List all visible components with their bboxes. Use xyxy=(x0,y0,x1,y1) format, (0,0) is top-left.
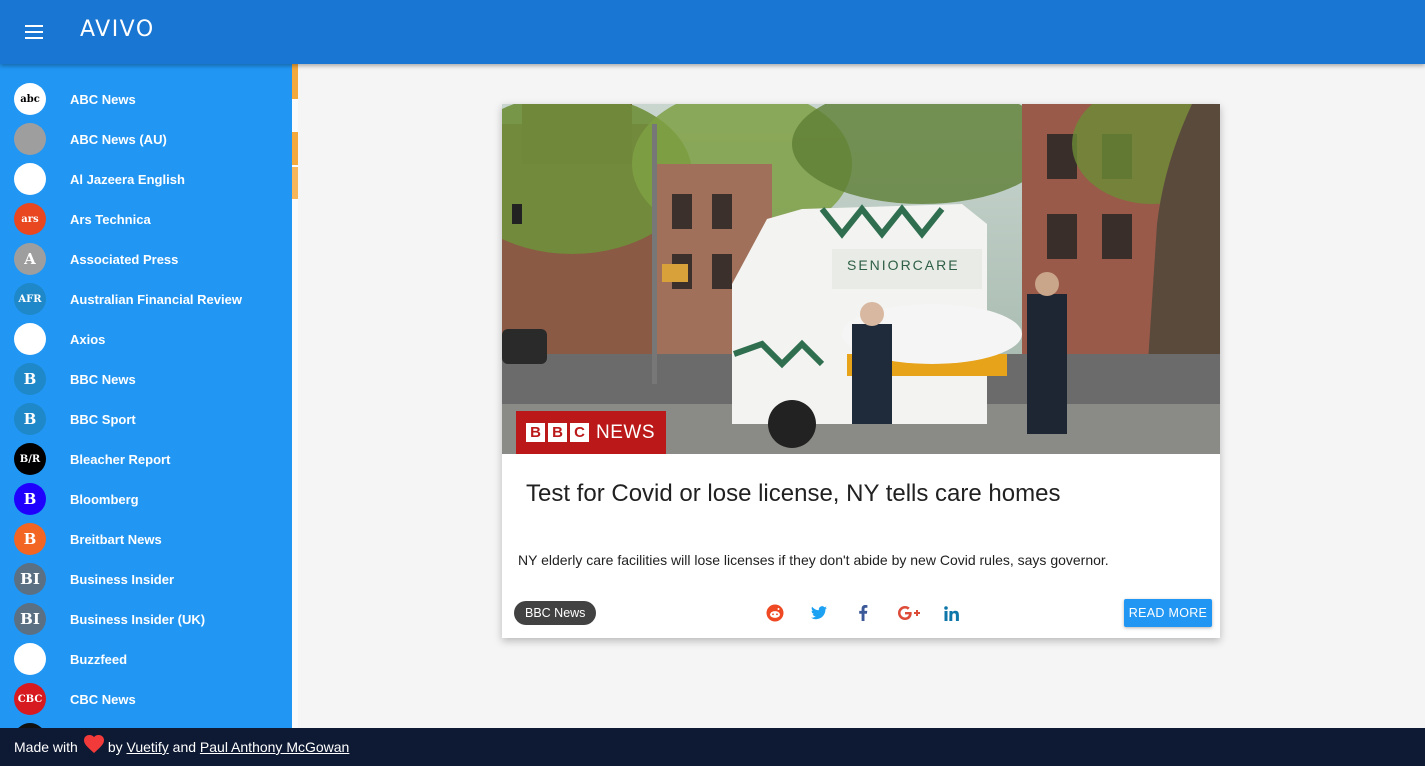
sidebar-item-label: Breitbart News xyxy=(70,531,162,547)
al-jazeera-logo-icon xyxy=(14,163,46,195)
business-insider-logo-icon: BI xyxy=(14,563,46,595)
sources-drawer: abc ABC News ABC News (AU) Al Jazeera Engli… xyxy=(0,64,292,728)
article-title: Test for Covid or lose license, NY tells… xyxy=(526,480,1061,507)
sidebar-item-al-jazeera-english[interactable]: Al Jazeera English xyxy=(0,159,292,199)
article-image[interactable]: SENIORCARE B B C NEWS xyxy=(502,104,1220,454)
sidebar-item-partial[interactable] xyxy=(0,719,292,728)
ambulance-text: SENIORCARE xyxy=(847,257,960,273)
sidebar-item-label: ABC News (AU) xyxy=(70,131,167,147)
article-description: NY elderly care facilities will lose lic… xyxy=(518,552,1109,568)
sidebar-item-australian-financial-review[interactable]: AFR Australian Financial Review xyxy=(0,279,292,319)
bloomberg-logo-icon: B xyxy=(14,483,46,515)
sidebar-item-axios[interactable]: Axios xyxy=(0,319,292,359)
sidebar-item-abc-news-au[interactable]: ABC News (AU) xyxy=(0,119,292,159)
scroll-indicator xyxy=(292,167,298,199)
sidebar-item-label: Australian Financial Review xyxy=(70,291,242,307)
sidebar-item-business-insider[interactable]: BI Business Insider xyxy=(0,559,292,599)
scroll-indicator xyxy=(292,132,298,165)
letter-avatar-icon: A xyxy=(14,243,46,275)
sidebar-item-cbc-news[interactable]: CBC CBC News xyxy=(0,679,292,719)
sidebar-item-label: CBC News xyxy=(70,691,136,707)
menu-icon[interactable] xyxy=(18,16,50,48)
vuetify-link[interactable]: Vuetify xyxy=(127,739,169,755)
logo-letter: B xyxy=(526,423,545,442)
sidebar-item-associated-press[interactable]: A Associated Press xyxy=(0,239,292,279)
sidebar-item-label: Buzzfeed xyxy=(70,651,128,667)
sidebar-item-buzzfeed[interactable]: Buzzfeed xyxy=(0,639,292,679)
abc-au-logo-icon xyxy=(14,123,46,155)
ars-technica-logo-icon: ars xyxy=(14,203,46,235)
app-bar: AVIVO xyxy=(0,0,1425,64)
afr-logo-icon: AFR xyxy=(14,283,46,315)
sidebar-item-bbc-news[interactable]: B BBC News xyxy=(0,359,292,399)
business-insider-logo-icon: BI xyxy=(14,603,46,635)
letter-avatar-icon: B xyxy=(14,363,46,395)
sidebar-item-label: Associated Press xyxy=(70,251,179,267)
breitbart-logo-icon: B xyxy=(14,523,46,555)
read-more-button[interactable]: READ MORE xyxy=(1124,599,1212,627)
sidebar-item-label: Bleacher Report xyxy=(70,451,171,467)
article-card: SENIORCARE B B C NEWS Test for Covid or … xyxy=(502,104,1220,638)
buzzfeed-logo-icon xyxy=(14,643,46,675)
sidebar-item-bbc-sport[interactable]: B BBC Sport xyxy=(0,399,292,439)
bleacher-report-logo-icon: B/R xyxy=(14,443,46,475)
footer: Made with by Vuetify and Paul Anthony Mc… xyxy=(0,728,1425,766)
sidebar-item-label: ABC News xyxy=(70,91,136,107)
logo-word: NEWS xyxy=(596,421,655,443)
sidebar-item-label: Axios xyxy=(70,331,106,347)
linkedin-icon[interactable] xyxy=(939,601,963,625)
sidebar-item-abc-news[interactable]: abc ABC News xyxy=(0,79,292,119)
scroll-indicator xyxy=(292,64,298,99)
reddit-icon[interactable] xyxy=(763,601,787,625)
sidebar-item-label: Al Jazeera English xyxy=(70,171,185,187)
sidebar-item-bloomberg[interactable]: B Bloomberg xyxy=(0,479,292,519)
twitter-icon[interactable] xyxy=(807,601,831,625)
sidebar-item-breitbart-news[interactable]: B Breitbart News xyxy=(0,519,292,559)
heart-icon xyxy=(83,734,104,756)
sidebar-item-label: BBC Sport xyxy=(70,411,136,427)
google-plus-icon[interactable] xyxy=(895,601,923,625)
sidebar-item-ars-technica[interactable]: ars Ars Technica xyxy=(0,199,292,239)
app-title: AVIVO xyxy=(80,17,155,42)
source-chip[interactable]: BBC News xyxy=(514,601,597,625)
abc-news-logo-icon: abc xyxy=(14,83,46,115)
bbc-news-logo: B B C NEWS xyxy=(516,411,666,454)
logo-letter: C xyxy=(570,423,589,442)
sidebar-item-business-insider-uk[interactable]: BI Business Insider (UK) xyxy=(0,599,292,639)
sidebar-item-label: Ars Technica xyxy=(70,211,151,227)
author-link[interactable]: Paul Anthony McGowan xyxy=(200,739,349,755)
sidebar-item-bleacher-report[interactable]: B/R Bleacher Report xyxy=(0,439,292,479)
letter-avatar-icon: B xyxy=(14,403,46,435)
cbc-logo-icon: CBC xyxy=(14,683,46,715)
footer-and: and xyxy=(172,739,197,755)
sidebar-item-label: Bloomberg xyxy=(70,491,139,507)
footer-by: by xyxy=(107,739,123,755)
sidebar-item-label: Business Insider (UK) xyxy=(70,611,206,627)
logo-letter: B xyxy=(548,423,567,442)
sidebar-item-label: Business Insider xyxy=(70,571,175,587)
axios-logo-icon xyxy=(14,323,46,355)
footer-made-with: Made with xyxy=(14,739,78,755)
drawer-scroll-edge xyxy=(292,64,298,728)
sidebar-item-label: BBC News xyxy=(70,371,136,387)
facebook-icon[interactable] xyxy=(851,601,875,625)
